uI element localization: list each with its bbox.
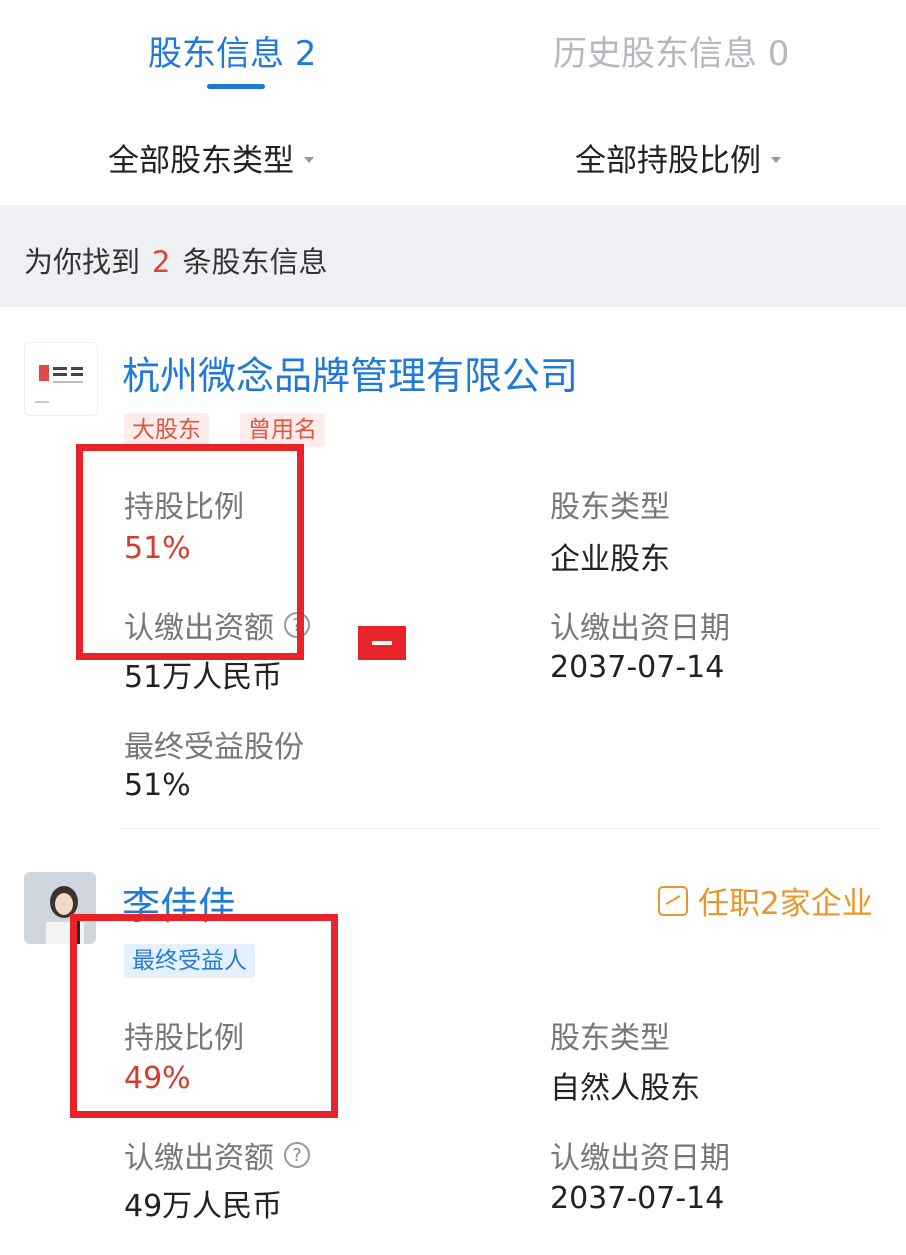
former-name-tag[interactable]: 曾用名 [240,413,325,447]
beneficial-share-value: 51% [124,768,191,803]
subscription-date-label: 认缴出资日期 [550,611,730,646]
shareholder-type-label: 股东类型 [550,1021,670,1056]
company-logo-image [35,365,83,403]
shareholder-type-value: 企业股东 [550,542,670,577]
caret-down-icon [304,156,314,163]
result-count: 2 [152,245,171,279]
card-divider [120,828,880,829]
subscribed-capital-value: 49万人民币 [124,1189,283,1224]
filter-bar: 全部股东类型 全部持股比例 [0,100,906,205]
subscribed-capital-label-text: 认缴出资额 [124,1141,274,1176]
shareholder-type-value: 自然人股东 [550,1071,700,1106]
shareholder-type-label: 股东类型 [550,490,670,525]
shareholder-name-link[interactable]: 杭州微念品牌管理有限公司 [122,345,578,400]
result-summary: 为你找到 2 条股东信息 [24,239,327,281]
summary-prefix: 为你找到 [24,245,141,279]
highlight-box [70,914,338,1118]
tab-history-shareholder-info[interactable]: 历史股东信息 0 [553,26,789,75]
share-ratio-filter-label: 全部持股比例 [575,143,761,179]
summary-suffix: 条股东信息 [182,245,328,279]
shareholder-tabs: 股东信息 2 历史股东信息 0 [0,0,906,100]
minus-icon [358,626,406,660]
active-tab-indicator [207,84,265,89]
major-shareholder-tag: 大股东 [124,413,209,447]
result-summary-bar: 为你找到 2 条股东信息 [0,205,906,307]
subscription-date-label: 认缴出资日期 [550,1141,730,1176]
tab-shareholder-info[interactable]: 股东信息 2 [148,26,316,75]
subscribed-capital-label: 认缴出资额 ? [124,1133,310,1177]
beneficial-share-label: 最终受益股份 [124,730,304,765]
subscription-date-value: 2037-07-14 [550,650,725,685]
positions-link-label: 任职2家企业 [698,886,873,922]
company-logo[interactable] [24,342,98,416]
shareholder-type-filter-label: 全部股东类型 [108,143,294,179]
trend-chart-icon [658,885,688,916]
shareholder-type-filter[interactable]: 全部股东类型 [108,135,314,180]
highlight-box [76,444,304,660]
help-icon[interactable]: ? [284,1142,310,1168]
share-ratio-filter[interactable]: 全部持股比例 [575,135,781,180]
subscription-date-value: 2037-07-14 [550,1181,725,1216]
positions-link[interactable]: 任职2家企业 [658,878,873,923]
caret-down-icon [771,156,781,163]
